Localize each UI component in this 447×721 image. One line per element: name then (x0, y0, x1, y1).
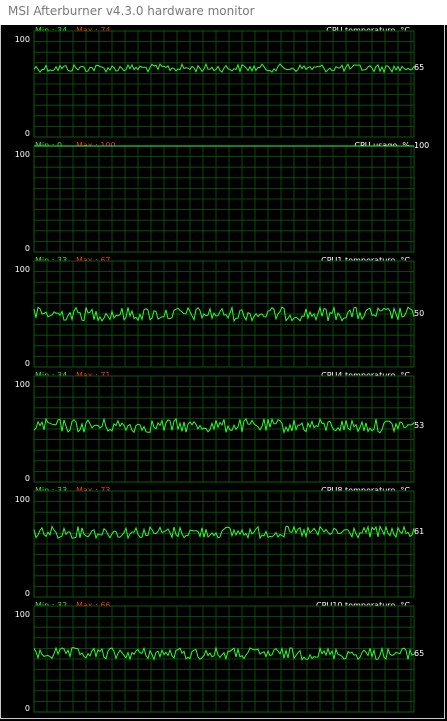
plot-area (33, 490, 415, 598)
y-axis-min: 0 (24, 474, 30, 483)
y-axis-min: 0 (24, 589, 30, 598)
y-axis-max: 100 (14, 380, 30, 389)
current-value: 65 (414, 648, 425, 658)
current-value: 50 (414, 309, 425, 318)
plot-area (33, 605, 415, 713)
y-axis-min: 0 (24, 244, 30, 253)
y-axis-min: 0 (24, 359, 30, 368)
graphs-container[interactable]: Min : 34 Max : 74 CPU temperature, °C 10… (2, 25, 443, 719)
window-title: MSI Afterburner v4.3.0 hardware monitor (8, 4, 255, 18)
y-axis-max: 100 (14, 35, 30, 44)
title-bar[interactable]: MSI Afterburner v4.3.0 hardware monitor (0, 0, 447, 25)
graph-cpu10-temperature[interactable]: Min : 32 Max : 66 CPU10 temperature, °C … (2, 600, 443, 715)
current-value: 53 (414, 420, 425, 430)
hardware-monitor-window: MSI Afterburner v4.3.0 hardware monitor … (0, 0, 447, 721)
y-axis-max: 100 (14, 265, 30, 274)
y-axis-max: 100 (14, 150, 30, 159)
plot-area (33, 30, 415, 138)
current-value: 61 (414, 527, 425, 537)
graph-cpu8-temperature[interactable]: Min : 33 Max : 73 CPU8 temperature, °C 1… (2, 485, 443, 600)
plot-area (33, 145, 415, 253)
current-value: 100 (414, 141, 430, 150)
graph-cpu-temperature[interactable]: Min : 34 Max : 74 CPU temperature, °C 10… (2, 25, 443, 140)
y-axis-max: 100 (14, 610, 30, 619)
y-axis-min: 0 (24, 129, 30, 138)
graph-cpu-usage[interactable]: Min : 0 Max : 100 CPU usage, % 100 0 100 (2, 140, 443, 255)
current-value: 65 (414, 63, 425, 73)
plot-area (33, 260, 415, 368)
y-axis-min: 0 (24, 704, 30, 713)
graph-cpu1-temperature[interactable]: Min : 33 Max : 67 CPU1 temperature, °C 1… (2, 255, 443, 370)
graph-cpu4-temperature[interactable]: Min : 34 Max : 71 CPU4 temperature, °C 1… (2, 370, 443, 485)
y-axis-max: 100 (14, 495, 30, 504)
plot-area (33, 375, 415, 483)
